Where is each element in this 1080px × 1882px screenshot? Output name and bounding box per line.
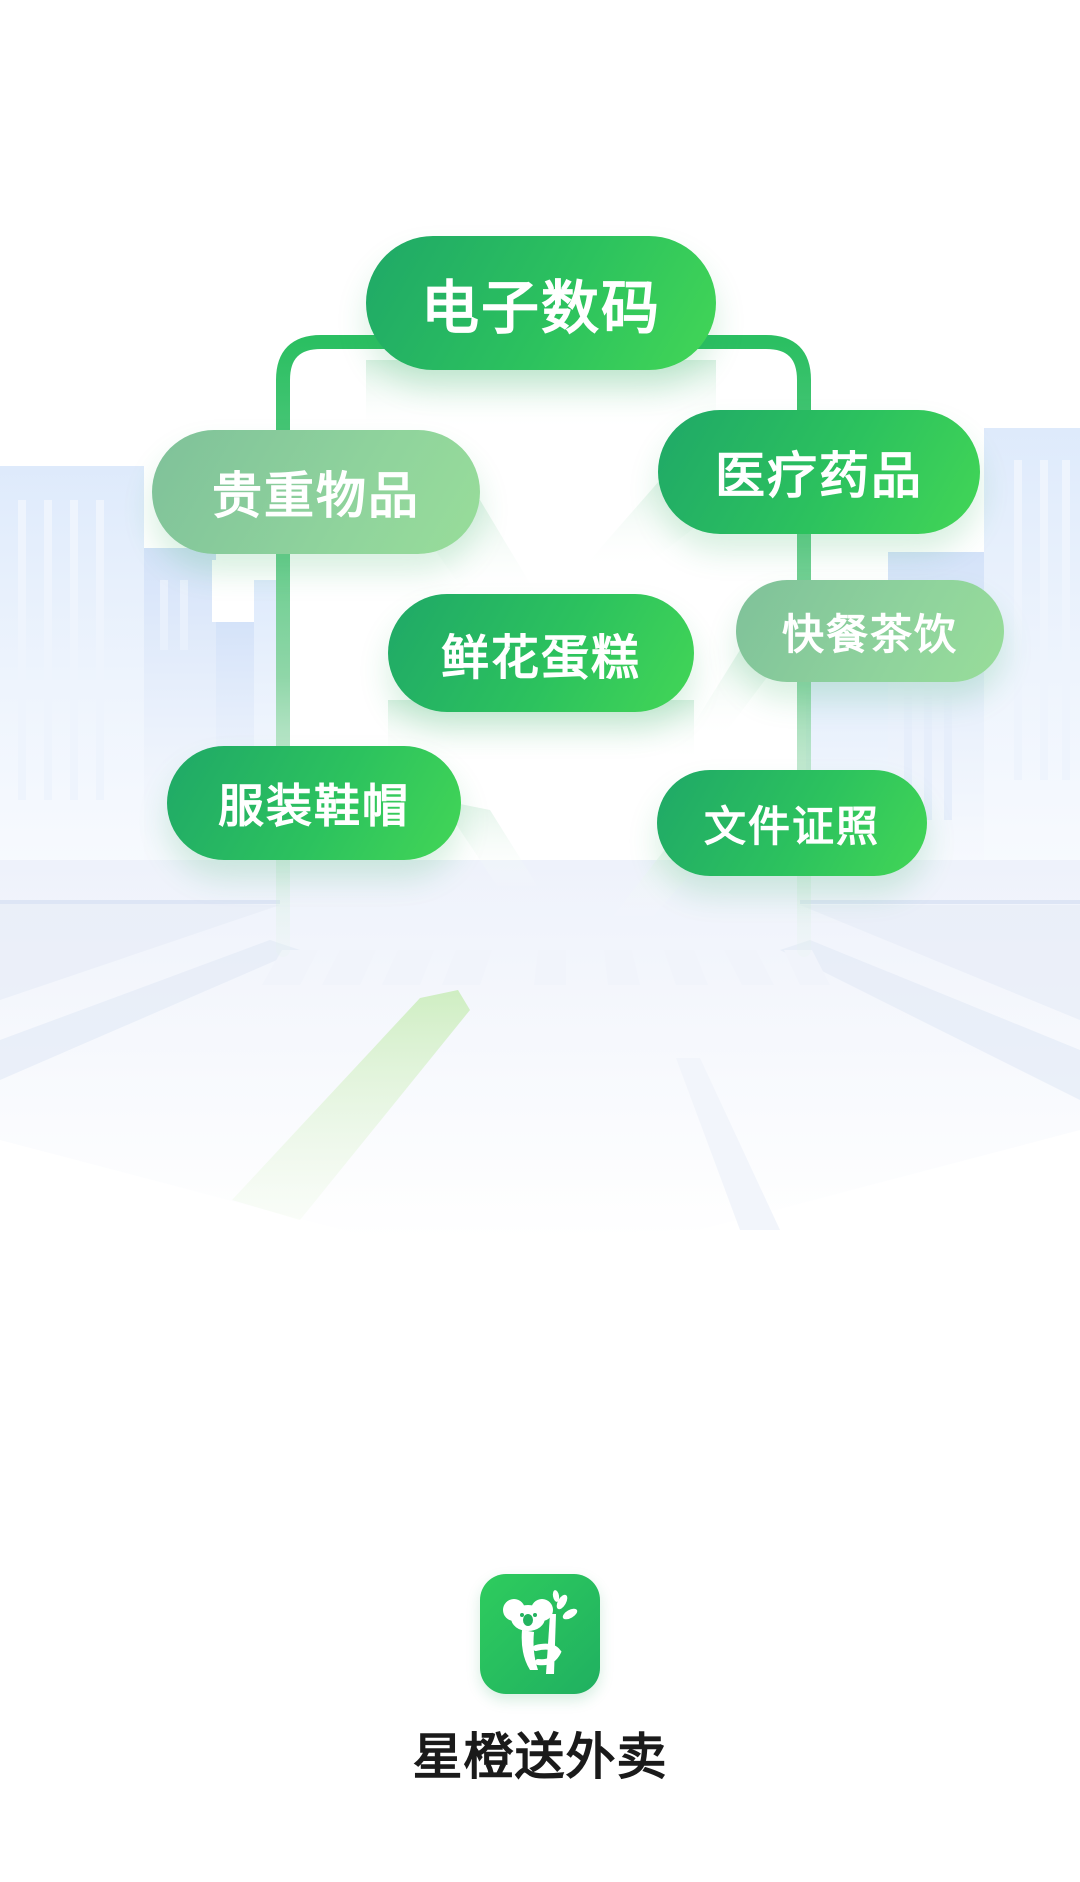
koala-on-branch-icon bbox=[480, 1574, 600, 1694]
street-ground bbox=[0, 860, 1080, 1240]
category-flowers-cakes: 鲜花蛋糕 bbox=[388, 594, 694, 712]
category-fast-food-drinks: 快餐茶饮 bbox=[736, 580, 1004, 682]
category-apparel: 服装鞋帽 bbox=[167, 746, 461, 860]
category-electronics: 电子数码 bbox=[366, 236, 716, 370]
category-medicine: 医疗药品 bbox=[658, 410, 980, 534]
app-name: 星橙送外卖 bbox=[412, 1728, 668, 1786]
building-notch bbox=[212, 560, 254, 622]
category-valuables: 贵重物品 bbox=[152, 430, 480, 554]
splash-screen: 电子数码 贵重物品 医疗药品 鲜花蛋糕 快餐茶饮 服装鞋帽 文件证照 星橙送外卖 bbox=[0, 0, 1080, 1882]
category-documents: 文件证照 bbox=[657, 770, 927, 876]
crosswalk bbox=[262, 950, 830, 985]
